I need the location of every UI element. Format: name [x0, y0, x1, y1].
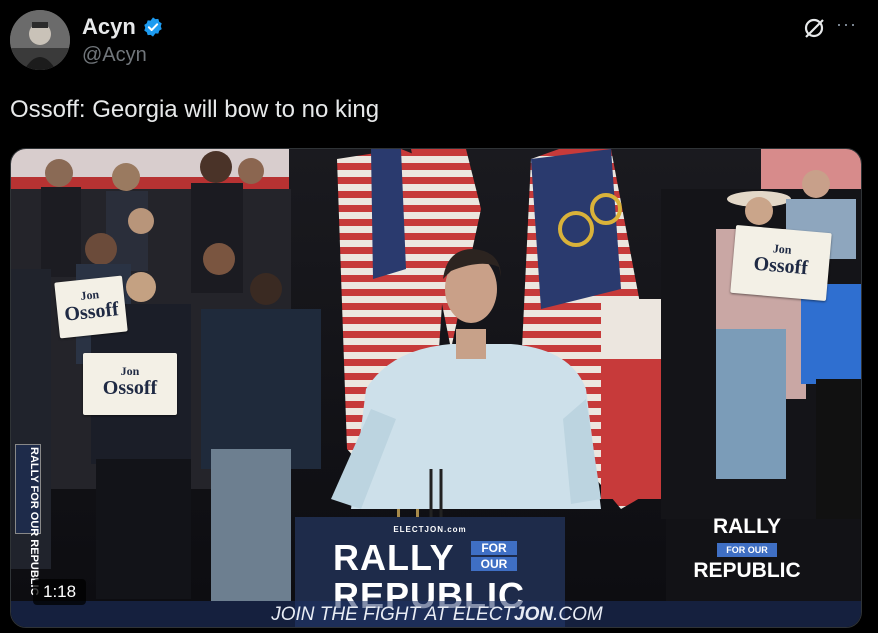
- video-player[interactable]: Jon Ossoff Jon Ossoff Jon Ossoff RALLY F…: [10, 148, 862, 628]
- podium-our: OUR: [471, 557, 517, 571]
- avatar-image: [10, 10, 70, 70]
- side-banner-text: RALLY FOR OUR REPUBLIC: [28, 447, 40, 596]
- sign: Jon Ossoff: [730, 224, 832, 302]
- footer-prefix: JOIN THE FIGHT AT ELECT: [271, 604, 515, 625]
- sign: Jon Ossoff: [83, 353, 177, 415]
- podium-url: ELECTJON.com: [393, 525, 467, 534]
- rally-right-line-2: FOR OUR: [717, 543, 777, 557]
- more-horizontal-icon[interactable]: ···: [836, 14, 860, 38]
- sign: Jon Ossoff: [54, 275, 128, 339]
- sign-line-2: Ossoff: [102, 377, 158, 399]
- tweet-text: Ossoff: Georgia will bow to no king: [10, 96, 380, 123]
- footer-bold: JON: [514, 604, 554, 625]
- rally-right-line-1: RALLY: [712, 515, 782, 538]
- avatar[interactable]: [10, 10, 70, 70]
- sign-line-2: Ossoff: [63, 298, 120, 326]
- side-banner: RALLY FOR OUR REPUBLIC: [15, 444, 41, 596]
- podium-for: FOR: [471, 541, 517, 555]
- footer-text: JOIN THE FIGHT AT ELECTJON.COM: [11, 601, 861, 627]
- verified-badge-icon: [144, 17, 162, 37]
- footer-suffix: .COM: [553, 604, 603, 625]
- tweet-header: Acyn @Acyn ···: [10, 10, 868, 72]
- grok-icon[interactable]: [802, 16, 826, 40]
- display-name[interactable]: Acyn: [82, 14, 136, 40]
- user-handle[interactable]: @Acyn: [82, 44, 147, 67]
- rally-right-line-3: REPUBLIC: [693, 559, 801, 582]
- video-duration: 1:18: [33, 579, 87, 605]
- podium-rally: RALLY: [333, 537, 455, 578]
- rally-banner-right: RALLY FOR OUR REPUBLIC: [687, 515, 807, 583]
- name-row: Acyn: [82, 14, 164, 40]
